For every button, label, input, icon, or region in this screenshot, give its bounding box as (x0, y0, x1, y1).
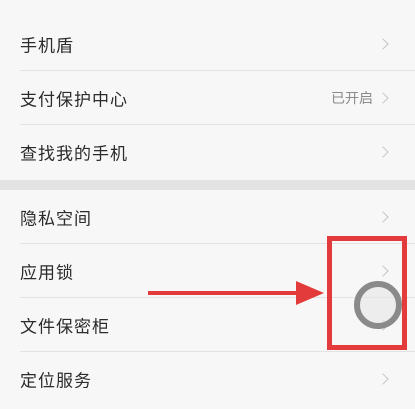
chevron-right-icon (377, 92, 389, 104)
settings-row-location-service[interactable]: 定位服务 (0, 352, 415, 406)
settings-row-payment-protection[interactable]: 支付保护中心 已开启 (0, 71, 415, 125)
settings-group-security: 手机盾 支付保护中心 已开启 查找我的手机 (0, 0, 415, 180)
chevron-right-icon (377, 373, 389, 385)
row-label: 应用锁 (20, 263, 74, 284)
row-label: 支付保护中心 (20, 90, 128, 111)
row-label: 文件保密柜 (20, 317, 110, 338)
chevron-right-icon (377, 146, 389, 158)
arrow-head (296, 281, 324, 305)
status-value: 已开启 (331, 91, 373, 107)
row-label: 查找我的手机 (20, 144, 128, 165)
chevron-right-icon (377, 211, 389, 223)
settings-row-phone-shield[interactable]: 手机盾 (0, 17, 415, 71)
row-label: 定位服务 (20, 371, 92, 392)
chevron-right-icon (377, 38, 389, 50)
annotation-arrow (148, 281, 324, 305)
row-label: 隐私空间 (20, 209, 92, 230)
settings-screen: 手机盾 支付保护中心 已开启 查找我的手机 隐私空间 应用锁 文件保密柜 定位服… (0, 0, 415, 409)
group-separator (0, 180, 415, 190)
annotation-highlight-box (327, 236, 407, 350)
settings-row-find-my-phone[interactable]: 查找我的手机 (0, 125, 415, 179)
row-label: 手机盾 (20, 36, 74, 57)
